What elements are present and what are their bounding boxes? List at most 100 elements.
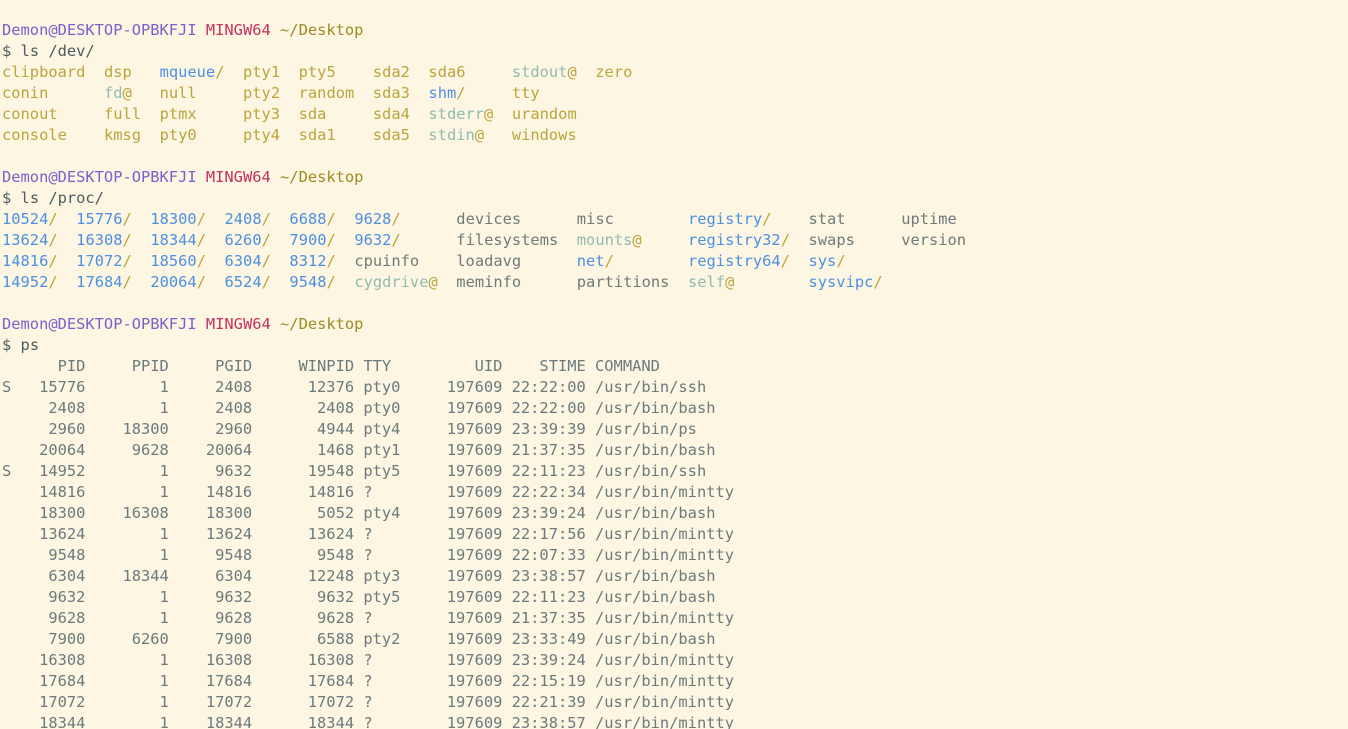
ls-entry-suffix: /	[48, 231, 58, 249]
ls-entry: ptmx	[159, 105, 197, 123]
prompt-spacer	[271, 21, 280, 39]
ls-gutter	[197, 126, 243, 144]
command-line: $ ps	[2, 335, 1348, 356]
ls-entry: cpuinfo	[354, 252, 420, 270]
ls-entry: 14816	[2, 252, 49, 270]
ps-row: 9632 1 9632 9632 pty5 197609 22:11:23 /u…	[2, 587, 1348, 608]
ls-entry: filesystems	[456, 231, 559, 249]
ls-gutter	[280, 63, 299, 81]
ls-gutter	[354, 84, 373, 102]
ps-row-text: 2408 1 2408 2408 pty0 197609 22:22:00 /u…	[2, 399, 716, 417]
terminal-screen[interactable]: Demon@DESKTOP-OPBKFJI MINGW64 ~/Desktop $…	[0, 0, 1348, 729]
ls-entry: misc	[576, 210, 614, 228]
ls-entry-suffix: @	[474, 126, 485, 144]
ls-entry-suffix: /	[122, 252, 132, 270]
ls-entry: 20064	[150, 273, 197, 291]
ls-gutter	[224, 63, 243, 81]
ls-entry: sda3	[372, 84, 410, 102]
ls-entry-suffix: /	[261, 252, 271, 270]
ps-row-text: 18300 16308 18300 5052 pty4 197609 23:39…	[2, 504, 716, 522]
ls-entry: urandom	[511, 105, 577, 123]
ls-gutter	[280, 84, 299, 102]
ls-entry-suffix: /	[261, 273, 271, 291]
ls-entry: stderr	[428, 105, 485, 123]
ls-entry-suffix: /	[48, 273, 58, 291]
ls-entry: sda1	[298, 126, 336, 144]
ls-gutter	[438, 273, 457, 291]
ls-gutter	[206, 273, 225, 291]
ps-row-text: 14816 1 14816 14816 ? 197609 22:22:34 /u…	[2, 483, 735, 501]
ps-row-text: 17072 1 17072 17072 ? 197609 22:21:39 /u…	[2, 693, 735, 711]
ls-gutter	[206, 252, 225, 270]
ps-row: 17684 1 17684 17684 ? 197609 22:15:19 /u…	[2, 671, 1348, 692]
ls-entry: 2408	[224, 210, 262, 228]
ls-gutter	[336, 273, 355, 291]
ls-entry: sda5	[372, 126, 410, 144]
ls-entry-suffix: @	[632, 231, 642, 249]
ls-entry-suffix: /	[391, 210, 401, 228]
ls-entry: windows	[511, 126, 577, 144]
ps-row-text: S 15776 1 2408 12376 pty0 197609 22:22:0…	[2, 378, 707, 396]
ps-header-row: PID PPID PGID WINPID TTY UID STIME COMMA…	[2, 357, 660, 375]
ls-entry: self	[688, 273, 726, 291]
ps-row-text: 13624 1 13624 13624 ? 197609 22:17:56 /u…	[2, 525, 735, 543]
ls-entry-suffix: /	[48, 252, 58, 270]
ps-row-text: 7900 6260 7900 6588 pty2 197609 23:33:49…	[2, 630, 716, 648]
ps-row: 9548 1 9548 9548 ? 197609 22:07:33 /usr/…	[2, 545, 1348, 566]
ls-entry: shm	[428, 84, 457, 102]
ls-gutter	[410, 126, 429, 144]
ps-row: 13624 1 13624 13624 ? 197609 22:17:56 /u…	[2, 524, 1348, 545]
ls-entry: 6304	[224, 252, 262, 270]
prompt-line: Demon@DESKTOP-OPBKFJI MINGW64 ~/Desktop	[2, 167, 1348, 188]
ls-entry: 14952	[2, 273, 49, 291]
prompt-env: MINGW64	[205, 21, 271, 39]
ps-row: S 15776 1 2408 12376 pty0 197609 22:22:0…	[2, 377, 1348, 398]
ls-gutter	[577, 63, 596, 81]
ls-entry: 9632	[354, 231, 392, 249]
ls-gutter	[132, 210, 151, 228]
ls-gutter	[336, 210, 355, 228]
ls-entry: sda2	[372, 63, 410, 81]
command-text: ps	[20, 336, 40, 354]
ls-gutter	[141, 126, 160, 144]
ls-entry: console	[2, 126, 67, 144]
ps-row: 6304 18344 6304 12248 pty3 197609 23:38:…	[2, 566, 1348, 587]
ps-row: 18300 16308 18300 5052 pty4 197609 23:39…	[2, 503, 1348, 524]
ls-gutter	[410, 84, 429, 102]
ps-row-text: 9628 1 9628 9628 ? 197609 21:37:35 /usr/…	[2, 609, 735, 627]
ls-gutter	[336, 231, 355, 249]
ls-entry: kmsg	[103, 126, 142, 144]
ps-row-text: 9548 1 9548 9548 ? 197609 22:07:33 /usr/…	[2, 546, 735, 564]
prompt-line: Demon@DESKTOP-OPBKFJI MINGW64 ~/Desktop	[2, 314, 1348, 335]
ls-entry: stat	[808, 210, 846, 228]
ls-gutter	[401, 210, 457, 228]
ls-gutter	[734, 273, 808, 291]
ps-row: 18344 1 18344 18344 ? 197609 23:38:57 /u…	[2, 713, 1348, 729]
ls-gutter	[336, 63, 373, 81]
prompt-line: Demon@DESKTOP-OPBKFJI MINGW64 ~/Desktop	[2, 20, 1348, 41]
ls-entry: sda	[298, 105, 327, 123]
ls-entry-suffix: /	[780, 252, 790, 270]
ps-row: 7900 6260 7900 6588 pty2 197609 23:33:49…	[2, 629, 1348, 650]
ls-gutter	[280, 105, 299, 123]
ls-entry: 13624	[2, 231, 49, 249]
ls-entry-suffix: /	[873, 273, 883, 291]
ls-entry-suffix: @	[484, 105, 494, 123]
ps-row-text: 6304 18344 6304 12248 pty3 197609 23:38:…	[2, 567, 716, 585]
prompt-env: MINGW64	[205, 168, 271, 186]
command-line: $ ls /proc/	[2, 188, 1348, 209]
ls-entry: registry	[688, 210, 763, 228]
ls-entry-suffix: @	[567, 63, 577, 81]
ls-entry: clipboard	[2, 63, 86, 81]
ls-entry-suffix: /	[456, 84, 466, 102]
ls-entry-suffix: @	[122, 84, 132, 102]
command-text: ls /proc/	[20, 189, 104, 207]
ls-gutter	[132, 252, 151, 270]
prompt-spacer	[197, 168, 206, 186]
ls-entry: pty1	[243, 63, 281, 81]
ls-entry-suffix: /	[196, 252, 206, 270]
ls-gutter	[58, 210, 77, 228]
ls-entry-suffix: /	[836, 252, 846, 270]
ls-entry: 6688	[289, 210, 327, 228]
